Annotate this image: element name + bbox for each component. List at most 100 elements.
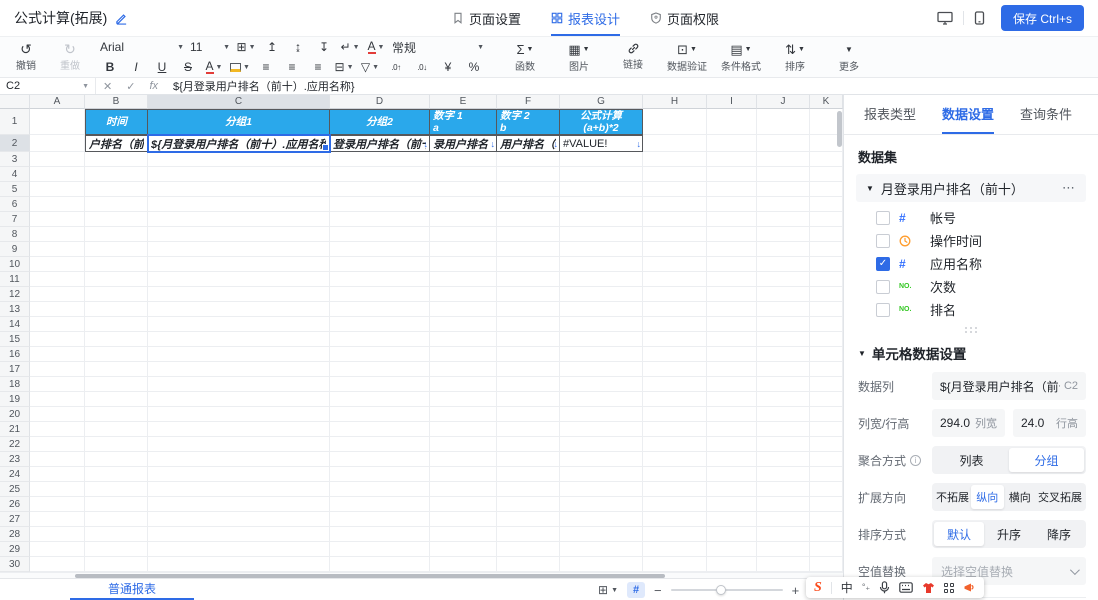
cell-I2[interactable]: [707, 135, 757, 152]
cell-F8[interactable]: [497, 227, 560, 242]
row-header-18[interactable]: 18: [0, 377, 30, 392]
segment-option-列表[interactable]: 列表: [934, 448, 1009, 472]
row-header-16[interactable]: 16: [0, 347, 30, 362]
sogou-logo-icon[interactable]: S: [814, 580, 822, 596]
cell-A14[interactable]: [30, 317, 85, 332]
cell-C20[interactable]: [148, 407, 330, 422]
field-checkbox[interactable]: ✓: [876, 256, 890, 271]
cell-E8[interactable]: [430, 227, 497, 242]
cell-J8[interactable]: [757, 227, 810, 242]
cell-B17[interactable]: [85, 362, 148, 377]
cell-F25[interactable]: [497, 482, 560, 497]
column-header-A[interactable]: A: [30, 95, 85, 109]
cell-I22[interactable]: [707, 437, 757, 452]
cell-B20[interactable]: [85, 407, 148, 422]
cell-B25[interactable]: [85, 482, 148, 497]
cell-A1[interactable]: [30, 109, 85, 135]
cell-G23[interactable]: [560, 452, 643, 467]
cell-G14[interactable]: [560, 317, 643, 332]
cell-C1[interactable]: 分组1: [148, 109, 330, 135]
cell-K8[interactable]: [810, 227, 843, 242]
cell-A19[interactable]: [30, 392, 85, 407]
cell-E28[interactable]: [430, 527, 497, 542]
cell-J20[interactable]: [757, 407, 810, 422]
cell-I19[interactable]: [707, 392, 757, 407]
cell-K7[interactable]: [810, 212, 843, 227]
cell-B6[interactable]: [85, 197, 148, 212]
conditional-format-button[interactable]: ▤ ▼ 条件格式: [716, 42, 766, 73]
more-button[interactable]: ▼ 更多: [824, 42, 874, 73]
field-checkbox[interactable]: [876, 233, 890, 248]
row-height-input[interactable]: 24.0 行高: [1013, 409, 1086, 437]
cell-H28[interactable]: [643, 527, 707, 542]
strikethrough-button[interactable]: S: [176, 59, 200, 75]
cell-A25[interactable]: [30, 482, 85, 497]
cell-B29[interactable]: [85, 542, 148, 557]
percent-button[interactable]: %: [462, 59, 486, 75]
cell-B30[interactable]: [85, 557, 148, 572]
cell-C6[interactable]: [148, 197, 330, 212]
cell-D14[interactable]: [330, 317, 430, 332]
cell-G17[interactable]: [560, 362, 643, 377]
cell-H20[interactable]: [643, 407, 707, 422]
cell-H15[interactable]: [643, 332, 707, 347]
cell-C4[interactable]: [148, 167, 330, 182]
cell-I9[interactable]: [707, 242, 757, 257]
cell-B19[interactable]: [85, 392, 148, 407]
cell-H27[interactable]: [643, 512, 707, 527]
zoom-in-button[interactable]: +: [792, 583, 800, 598]
cell-G3[interactable]: [560, 152, 643, 167]
cell-B22[interactable]: [85, 437, 148, 452]
cell-G19[interactable]: [560, 392, 643, 407]
cursor-follow-icon[interactable]: °₊: [862, 582, 870, 593]
decrease-decimal-button[interactable]: .0↓: [410, 59, 434, 75]
cell-C30[interactable]: [148, 557, 330, 572]
cell-B12[interactable]: [85, 287, 148, 302]
cell-D11[interactable]: [330, 272, 430, 287]
cell-F15[interactable]: [497, 332, 560, 347]
cell-D10[interactable]: [330, 257, 430, 272]
column-width-input[interactable]: 294.0 列宽: [932, 409, 1005, 437]
cell-E16[interactable]: [430, 347, 497, 362]
underline-button[interactable]: U: [150, 59, 174, 75]
input-language-icon[interactable]: 中: [841, 579, 853, 596]
column-header-C[interactable]: C: [148, 95, 330, 109]
cell-J18[interactable]: [757, 377, 810, 392]
cell-I23[interactable]: [707, 452, 757, 467]
cell-J16[interactable]: [757, 347, 810, 362]
cell-H4[interactable]: [643, 167, 707, 182]
cell-I7[interactable]: [707, 212, 757, 227]
row-header-7[interactable]: 7: [0, 212, 30, 227]
cell-H11[interactable]: [643, 272, 707, 287]
cell-G20[interactable]: [560, 407, 643, 422]
column-header-E[interactable]: E: [430, 95, 497, 109]
cell-G30[interactable]: [560, 557, 643, 572]
cell-A23[interactable]: [30, 452, 85, 467]
cell-A29[interactable]: [30, 542, 85, 557]
cell-J14[interactable]: [757, 317, 810, 332]
cell-C24[interactable]: [148, 467, 330, 482]
cell-F26[interactable]: [497, 497, 560, 512]
cell-B13[interactable]: [85, 302, 148, 317]
cell-B26[interactable]: [85, 497, 148, 512]
cell-A26[interactable]: [30, 497, 85, 512]
font-family-select[interactable]: Arial ▼: [98, 39, 186, 55]
cell-B7[interactable]: [85, 212, 148, 227]
cell-C11[interactable]: [148, 272, 330, 287]
cell-B24[interactable]: [85, 467, 148, 482]
cancel-formula-icon[interactable]: ✕: [96, 80, 119, 93]
cell-K17[interactable]: [810, 362, 843, 377]
cell-C15[interactable]: [148, 332, 330, 347]
cell-C8[interactable]: [148, 227, 330, 242]
row-header-17[interactable]: 17: [0, 362, 30, 377]
cell-E2[interactable]: 录用户排名（前十↓: [430, 135, 497, 152]
cell-D12[interactable]: [330, 287, 430, 302]
cell-J22[interactable]: [757, 437, 810, 452]
cell-D7[interactable]: [330, 212, 430, 227]
edit-title-icon[interactable]: [115, 12, 128, 25]
cell-K27[interactable]: [810, 512, 843, 527]
cell-F11[interactable]: [497, 272, 560, 287]
cell-G4[interactable]: [560, 167, 643, 182]
cell-A10[interactable]: [30, 257, 85, 272]
cell-E14[interactable]: [430, 317, 497, 332]
